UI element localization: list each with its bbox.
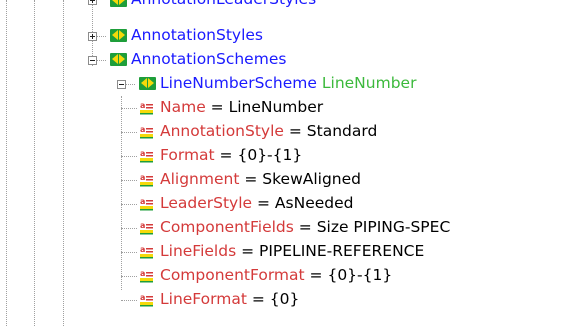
collapse-button[interactable] — [88, 56, 97, 65]
node-label: AnnotationSchemes — [131, 50, 287, 68]
attribute-value: SkewAligned — [262, 170, 361, 188]
scheme-type: LineNumberScheme — [160, 74, 317, 92]
attribute-equals: = — [283, 122, 307, 140]
attribute-name: ComponentFields — [160, 218, 294, 236]
svg-text:a: a — [140, 269, 145, 278]
expand-button[interactable] — [88, 0, 97, 5]
xml-attribute-icon: a — [139, 125, 154, 139]
attribute-equals: = — [252, 194, 275, 212]
xml-attribute-icon: a — [139, 221, 154, 235]
svg-text:a: a — [140, 221, 145, 230]
xml-element-icon — [139, 77, 156, 90]
svg-text:a: a — [140, 293, 145, 302]
attribute-name: Name — [160, 98, 206, 116]
attribute-name: Format — [160, 146, 215, 164]
attribute-text: LeaderStyle = AsNeeded — [160, 194, 353, 212]
attribute-name: LeaderStyle — [160, 194, 253, 212]
tree-connector — [121, 204, 137, 205]
xml-element-icon — [110, 29, 127, 42]
xml-attribute-icon: a — [139, 269, 154, 283]
attribute-value: {0}-{1} — [327, 266, 393, 284]
node-label: AnnotationStyles — [131, 26, 264, 44]
scheme-label: LineNumberScheme LineNumber — [160, 74, 416, 92]
svg-text:a: a — [140, 197, 145, 206]
svg-text:a: a — [140, 149, 145, 158]
tree-connector — [121, 132, 137, 133]
tree-guide-line — [63, 0, 64, 326]
xml-attribute-icon: a — [139, 173, 154, 187]
xml-attribute-icon: a — [139, 293, 154, 307]
xml-element-icon — [110, 53, 127, 66]
attribute-text: ComponentFields = Size PIPING-SPEC — [160, 218, 450, 236]
svg-text:a: a — [140, 245, 145, 254]
tree-guide-line — [121, 96, 122, 290]
svg-text:a: a — [140, 125, 145, 134]
attribute-value: Size PIPING-SPEC — [316, 218, 451, 236]
expand-button[interactable] — [88, 32, 97, 41]
tree-connector — [121, 180, 137, 181]
attribute-value: Standard — [306, 122, 378, 140]
attribute-equals: = — [214, 146, 238, 164]
attribute-name: ComponentFormat — [160, 266, 305, 284]
attribute-name: Alignment — [160, 170, 240, 188]
attribute-text: AnnotationStyle = Standard — [160, 122, 377, 140]
node-label: AnnotationLeaderStyles — [131, 0, 316, 8]
tree-connector — [121, 276, 137, 277]
attribute-equals: = — [239, 170, 263, 188]
attribute-text: LineFormat = {0} — [160, 290, 299, 308]
attribute-text: Alignment = SkewAligned — [160, 170, 361, 188]
attribute-value: PIPELINE-REFERENCE — [259, 242, 425, 260]
attribute-equals: = — [304, 266, 328, 284]
scheme-name: LineNumber — [321, 74, 417, 92]
xml-attribute-icon: a — [139, 149, 154, 163]
xml-element-icon — [110, 0, 127, 7]
attribute-equals: = — [293, 218, 317, 236]
attribute-text: LineFields = PIPELINE-REFERENCE — [160, 242, 424, 260]
tree-guide-line — [34, 0, 35, 326]
tree-guide-line — [6, 0, 7, 326]
attribute-equals: = — [205, 98, 229, 116]
tree-connector — [121, 300, 137, 301]
attribute-text: Format = {0}-{1} — [160, 146, 302, 164]
attribute-value: LineNumber — [228, 98, 324, 116]
attribute-value: {0}-{1} — [237, 146, 303, 164]
tree-connector — [121, 228, 137, 229]
xml-attribute-icon: a — [139, 197, 154, 211]
tree-connector — [121, 252, 137, 253]
attribute-equals: = — [246, 290, 270, 308]
svg-text:a: a — [140, 101, 145, 110]
attribute-value: AsNeeded — [274, 194, 354, 212]
attribute-name: LineFields — [160, 242, 237, 260]
tree-connector — [121, 156, 137, 157]
attribute-text: ComponentFormat = {0}-{1} — [160, 266, 392, 284]
svg-text:a: a — [140, 173, 145, 182]
attribute-name: LineFormat — [160, 290, 247, 308]
tree-connector — [121, 108, 137, 109]
attribute-value: {0} — [269, 290, 300, 308]
attribute-equals: = — [236, 242, 259, 260]
collapse-button[interactable] — [117, 80, 126, 89]
attribute-name: AnnotationStyle — [160, 122, 284, 140]
attribute-text: Name = LineNumber — [160, 98, 323, 116]
xml-attribute-icon: a — [139, 101, 154, 115]
xml-attribute-icon: a — [139, 245, 154, 259]
